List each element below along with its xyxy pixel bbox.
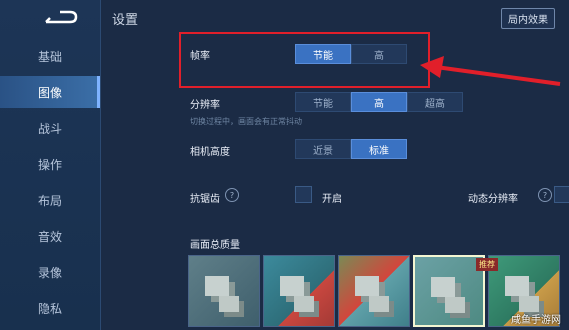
sidebar: 基础 图像 战斗 操作 布局 音效 录像 隐私: [0, 0, 101, 330]
sidebar-item-label: 操作: [37, 157, 62, 172]
overall-quality-label: 画面总质量: [190, 240, 240, 251]
quality-thumbnail-selected[interactable]: [413, 255, 485, 327]
camera-height-label: 相机高度: [190, 147, 230, 158]
quality-thumbnail[interactable]: [338, 255, 410, 327]
back-icon[interactable]: [40, 8, 80, 28]
camera-height-option-close[interactable]: 近景: [295, 139, 351, 159]
anti-aliasing-label: 抗锯齿: [190, 194, 220, 205]
recommend-badge: 推荐: [476, 258, 498, 271]
camera-height-selector: 近景 标准: [295, 139, 407, 159]
highlight-box: [179, 32, 430, 88]
sidebar-item-controls[interactable]: 操作: [0, 148, 100, 180]
resolution-selector: 节能 高 超高: [295, 92, 463, 112]
arrow-icon: [420, 56, 561, 86]
help-icon[interactable]: ?: [225, 188, 239, 202]
sidebar-item-label: 录像: [37, 265, 62, 280]
sidebar-item-label: 布局: [37, 193, 62, 208]
sidebar-item-basic[interactable]: 基础: [0, 40, 100, 72]
sidebar-item-image[interactable]: 图像: [0, 76, 100, 108]
help-icon[interactable]: ?: [538, 188, 552, 202]
camera-height-option-standard[interactable]: 标准: [351, 139, 407, 159]
anti-aliasing-checkbox[interactable]: [295, 186, 312, 203]
battle-effect-button[interactable]: 局内效果: [501, 8, 555, 29]
sidebar-item-battle[interactable]: 战斗: [0, 112, 100, 144]
quality-thumbnail[interactable]: [188, 255, 260, 327]
quality-thumbnail[interactable]: [263, 255, 335, 327]
resolution-option-power-save[interactable]: 节能: [295, 92, 351, 112]
resolution-hint: 切换过程中，画面会有正常抖动: [190, 117, 302, 126]
dynamic-resolution-checkbox[interactable]: [554, 186, 569, 203]
sidebar-item-privacy[interactable]: 隐私: [0, 292, 100, 324]
watermark: 咸鱼手游网: [511, 315, 561, 326]
page-title: 设置: [112, 13, 139, 28]
sidebar-item-label: 音效: [37, 229, 62, 244]
resolution-option-ultra[interactable]: 超高: [407, 92, 463, 112]
sidebar-item-sound[interactable]: 音效: [0, 220, 100, 252]
sidebar-item-label: 图像: [37, 85, 62, 100]
resolution-label: 分辨率: [190, 100, 220, 111]
resolution-option-high[interactable]: 高: [351, 92, 407, 112]
sidebar-item-layout[interactable]: 布局: [0, 184, 100, 216]
dynamic-resolution-label: 动态分辨率: [468, 194, 518, 205]
sidebar-item-label: 基础: [37, 49, 62, 64]
sidebar-item-replay[interactable]: 录像: [0, 256, 100, 288]
anti-aliasing-toggle-label: 开启: [322, 194, 342, 205]
sidebar-item-label: 战斗: [37, 121, 62, 136]
sidebar-item-label: 隐私: [37, 301, 62, 316]
